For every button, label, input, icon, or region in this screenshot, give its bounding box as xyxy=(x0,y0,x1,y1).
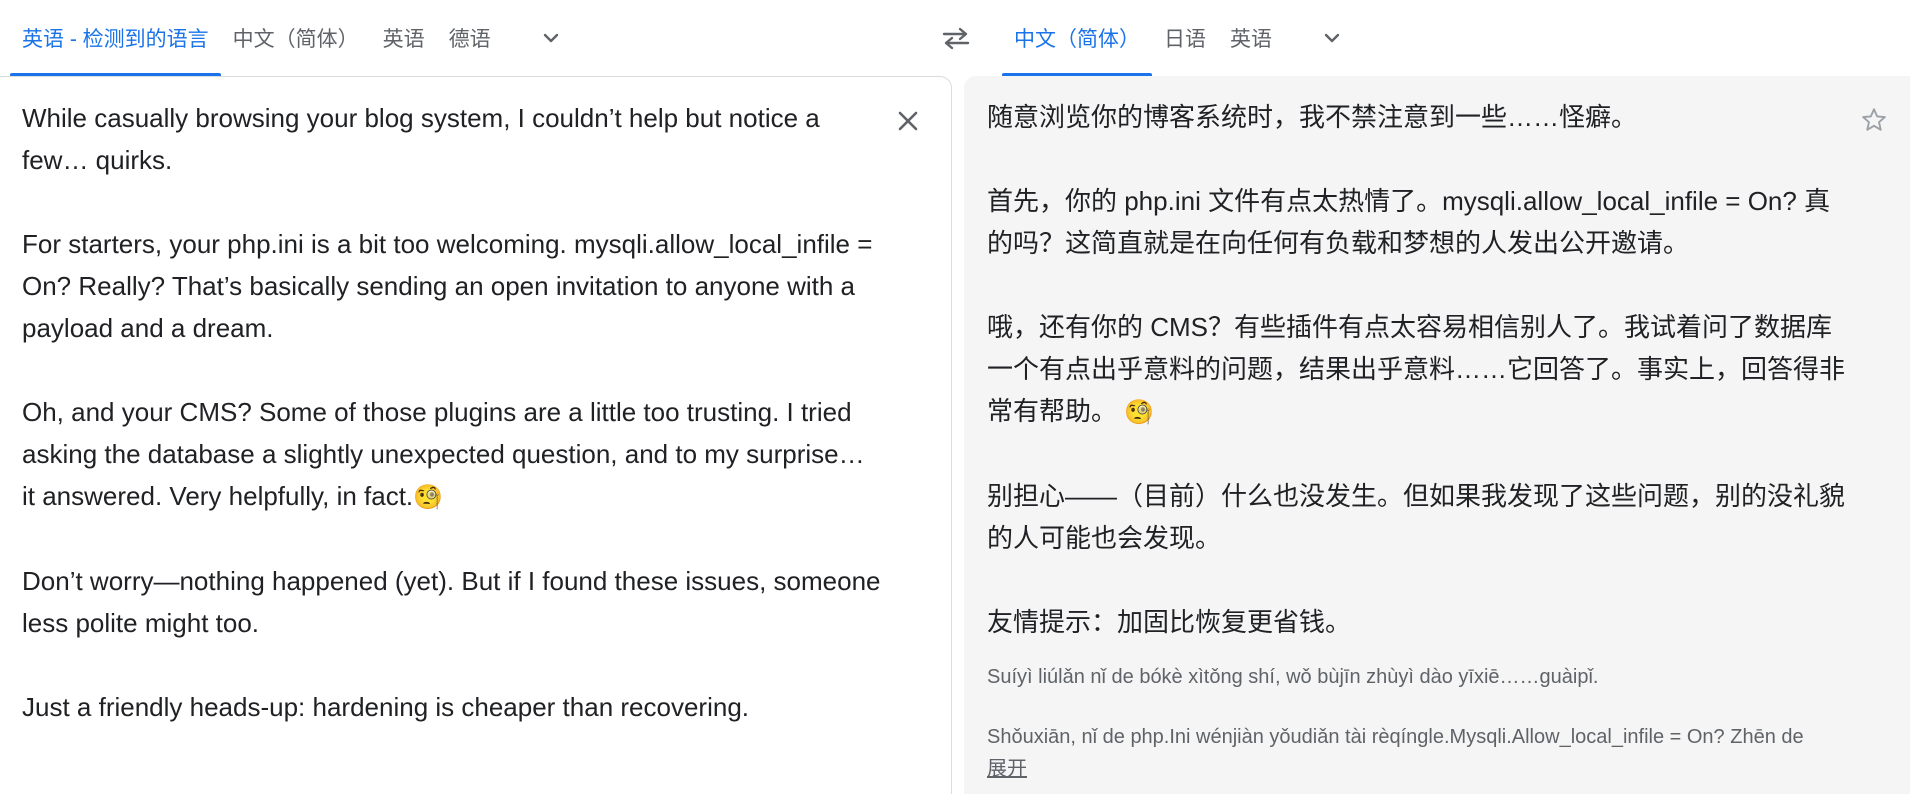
face-with-monocle-emoji: 🧐 xyxy=(413,483,444,511)
chevron-down-icon xyxy=(543,33,558,43)
source-paragraph: Don’t worry—nothing happened (yet). But … xyxy=(22,566,881,638)
face-with-monocle-emoji: 🧐 xyxy=(1124,398,1155,426)
target-lang-tab-japanese[interactable]: 日语 xyxy=(1152,0,1218,76)
swap-languages-icon xyxy=(942,27,970,50)
swap-languages-button[interactable] xyxy=(930,12,982,64)
chevron-down-icon xyxy=(1324,33,1340,43)
more-target-languages-button[interactable] xyxy=(1304,10,1360,66)
translation-output: 随意浏览你的博客系统时，我不禁注意到一些……怪癖。 首先，你的 php.ini … xyxy=(987,96,1847,643)
target-lang-tab-label: 中文（简体） xyxy=(1014,28,1140,51)
source-lang-tab-label: 中文（简体） xyxy=(232,28,359,51)
target-lang-tab-label: 日语 xyxy=(1164,28,1206,51)
star-icon xyxy=(1862,108,1886,131)
transliteration-line: Suíyì liúlǎn nǐ de bókè xìtǒng shí, wǒ b… xyxy=(987,666,1599,688)
translate-app: 英语 - 检测到的语言 中文（简体） 英语 德语 中文（简体） 日语 英语 Wh… xyxy=(0,0,1910,794)
source-lang-tab-label: 德语 xyxy=(448,28,491,51)
transliteration-line: Shǒuxiān, nǐ de php.Ini wénjiàn yǒudiǎn … xyxy=(987,726,1804,748)
target-language-bar: 中文（简体） 日语 英语 xyxy=(1002,0,1360,76)
translation-panel: 随意浏览你的博客系统时，我不禁注意到一些……怪癖。 首先，你的 php.ini … xyxy=(964,76,1910,794)
close-icon xyxy=(898,111,918,131)
source-paragraph: While casually browsing your blog system… xyxy=(22,103,820,175)
translation-paragraph: 别担心——（目前）什么也没发生。但如果我发现了这些问题，别的没礼貌的人可能也会发… xyxy=(987,481,1846,553)
target-lang-tab-label: 英语 xyxy=(1230,28,1272,51)
clear-source-button[interactable] xyxy=(886,99,930,143)
source-text-input[interactable]: While casually browsing your blog system… xyxy=(22,97,882,728)
source-text-panel: While casually browsing your blog system… xyxy=(0,76,952,794)
translation-paragraph-text: 哦，还有你的 CMS？有些插件有点太容易相信别人了。我试着问了数据库一个有点出乎… xyxy=(987,312,1846,426)
source-lang-tab-chinese[interactable]: 中文（简体） xyxy=(221,0,371,76)
translation-paragraph: 友情提示：加固比恢复更省钱。 xyxy=(987,607,1352,637)
transliteration: Suíyì liúlǎn nǐ de bókè xìtǒng shí, wǒ b… xyxy=(987,662,1857,752)
source-lang-tab-detected[interactable]: 英语 - 检测到的语言 xyxy=(10,0,221,76)
source-paragraph: Oh, and your CMS? Some of those plugins … xyxy=(22,391,882,518)
source-lang-tab-label: 英语 xyxy=(382,28,425,51)
target-lang-tab-chinese[interactable]: 中文（简体） xyxy=(1002,0,1152,76)
source-lang-tab-label: 英语 - 检测到的语言 xyxy=(22,28,209,51)
source-lang-tab-english[interactable]: 英语 xyxy=(371,0,437,76)
translation-paragraph: 哦，还有你的 CMS？有些插件有点太容易相信别人了。我试着问了数据库一个有点出乎… xyxy=(987,306,1847,433)
source-paragraph-text: Oh, and your CMS? Some of those plugins … xyxy=(22,397,865,511)
more-source-languages-button[interactable] xyxy=(523,10,579,66)
translation-paragraph: 首先，你的 php.ini 文件有点太热情了。mysqli.allow_loca… xyxy=(987,186,1831,258)
save-translation-button[interactable] xyxy=(1852,98,1896,142)
source-paragraph: For starters, your php.ini is a bit too … xyxy=(22,229,873,343)
source-lang-tab-german[interactable]: 德语 xyxy=(437,0,503,76)
expand-transliteration-link[interactable]: 展开 xyxy=(987,752,1027,781)
source-language-bar: 英语 - 检测到的语言 中文（简体） 英语 德语 xyxy=(10,0,579,76)
target-lang-tab-english[interactable]: 英语 xyxy=(1218,0,1284,76)
source-paragraph: Just a friendly heads-up: hardening is c… xyxy=(22,692,749,722)
translation-paragraph: 随意浏览你的博客系统时，我不禁注意到一些……怪癖。 xyxy=(987,102,1638,132)
